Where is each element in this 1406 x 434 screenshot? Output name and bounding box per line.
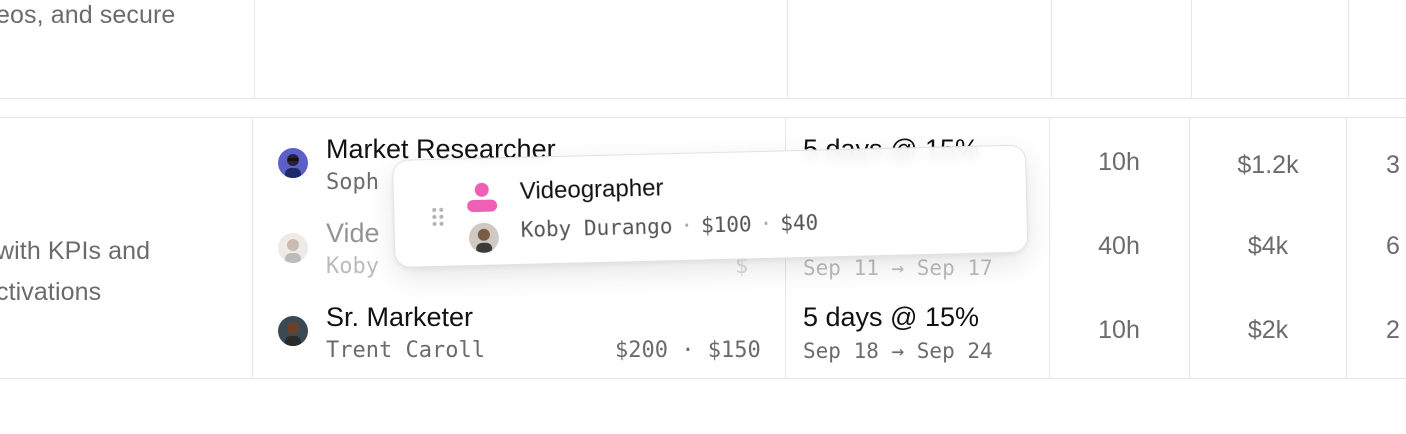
column-divider bbox=[1348, 0, 1349, 99]
hours: 10h bbox=[1098, 148, 1140, 176]
dragging-role-card[interactable]: Videographer Koby Durango · $100 · $40 bbox=[392, 144, 1029, 268]
role-title[interactable]: Sr. Marketer bbox=[326, 302, 473, 333]
card-rate-a: $100 bbox=[700, 212, 752, 238]
extra-value: 6 bbox=[1386, 232, 1400, 260]
cost: $1.2k bbox=[1237, 151, 1299, 179]
row-divider bbox=[0, 117, 1406, 118]
column-divider bbox=[787, 0, 788, 99]
hours: 10h bbox=[1098, 316, 1140, 344]
card-rate-b: $40 bbox=[779, 210, 819, 236]
avatar bbox=[278, 148, 308, 178]
hours: 40h bbox=[1098, 232, 1140, 260]
column-divider bbox=[1346, 117, 1347, 379]
person-name: Soph bbox=[326, 170, 379, 195]
person-name: Trent Caroll bbox=[326, 338, 485, 363]
role-title[interactable]: Vide bbox=[326, 218, 380, 249]
extra-value: 3 bbox=[1386, 151, 1400, 179]
group-description-line-1: with KPIs and bbox=[0, 237, 151, 265]
person-name: Koby bbox=[326, 254, 379, 279]
project-description: eos, and secure bbox=[0, 1, 176, 29]
row-divider bbox=[0, 98, 1406, 99]
column-divider bbox=[1051, 0, 1052, 99]
avatar bbox=[468, 222, 500, 254]
row-divider bbox=[0, 378, 1406, 379]
avatar bbox=[278, 233, 308, 263]
column-divider bbox=[252, 117, 253, 379]
date-range: Sep 11 → Sep 17 bbox=[803, 256, 993, 280]
cost: $2k bbox=[1247, 316, 1289, 344]
person-icon bbox=[466, 180, 499, 218]
schedule: 5 days @ 15% bbox=[803, 302, 980, 332]
separator: · bbox=[759, 211, 773, 237]
cost: $4k bbox=[1247, 232, 1289, 260]
column-divider bbox=[1189, 117, 1190, 379]
column-divider bbox=[1191, 0, 1192, 99]
separator: · bbox=[680, 213, 694, 238]
card-person-name: Koby Durango bbox=[520, 214, 673, 242]
card-person-line: Koby Durango · $100 · $40 bbox=[520, 211, 818, 242]
avatar bbox=[278, 316, 308, 346]
extra-value: 2 bbox=[1386, 316, 1400, 344]
group-description-line-2: ctivations bbox=[0, 278, 102, 306]
column-divider bbox=[1049, 117, 1050, 379]
date-range: Sep 18 → Sep 24 bbox=[803, 339, 993, 363]
rates: $200 · $150 bbox=[615, 338, 761, 363]
card-role-title: Videographer bbox=[519, 174, 664, 205]
column-divider bbox=[254, 0, 255, 99]
staffing-table: eos, and secure with KPIs and ctivations… bbox=[0, 0, 1406, 434]
